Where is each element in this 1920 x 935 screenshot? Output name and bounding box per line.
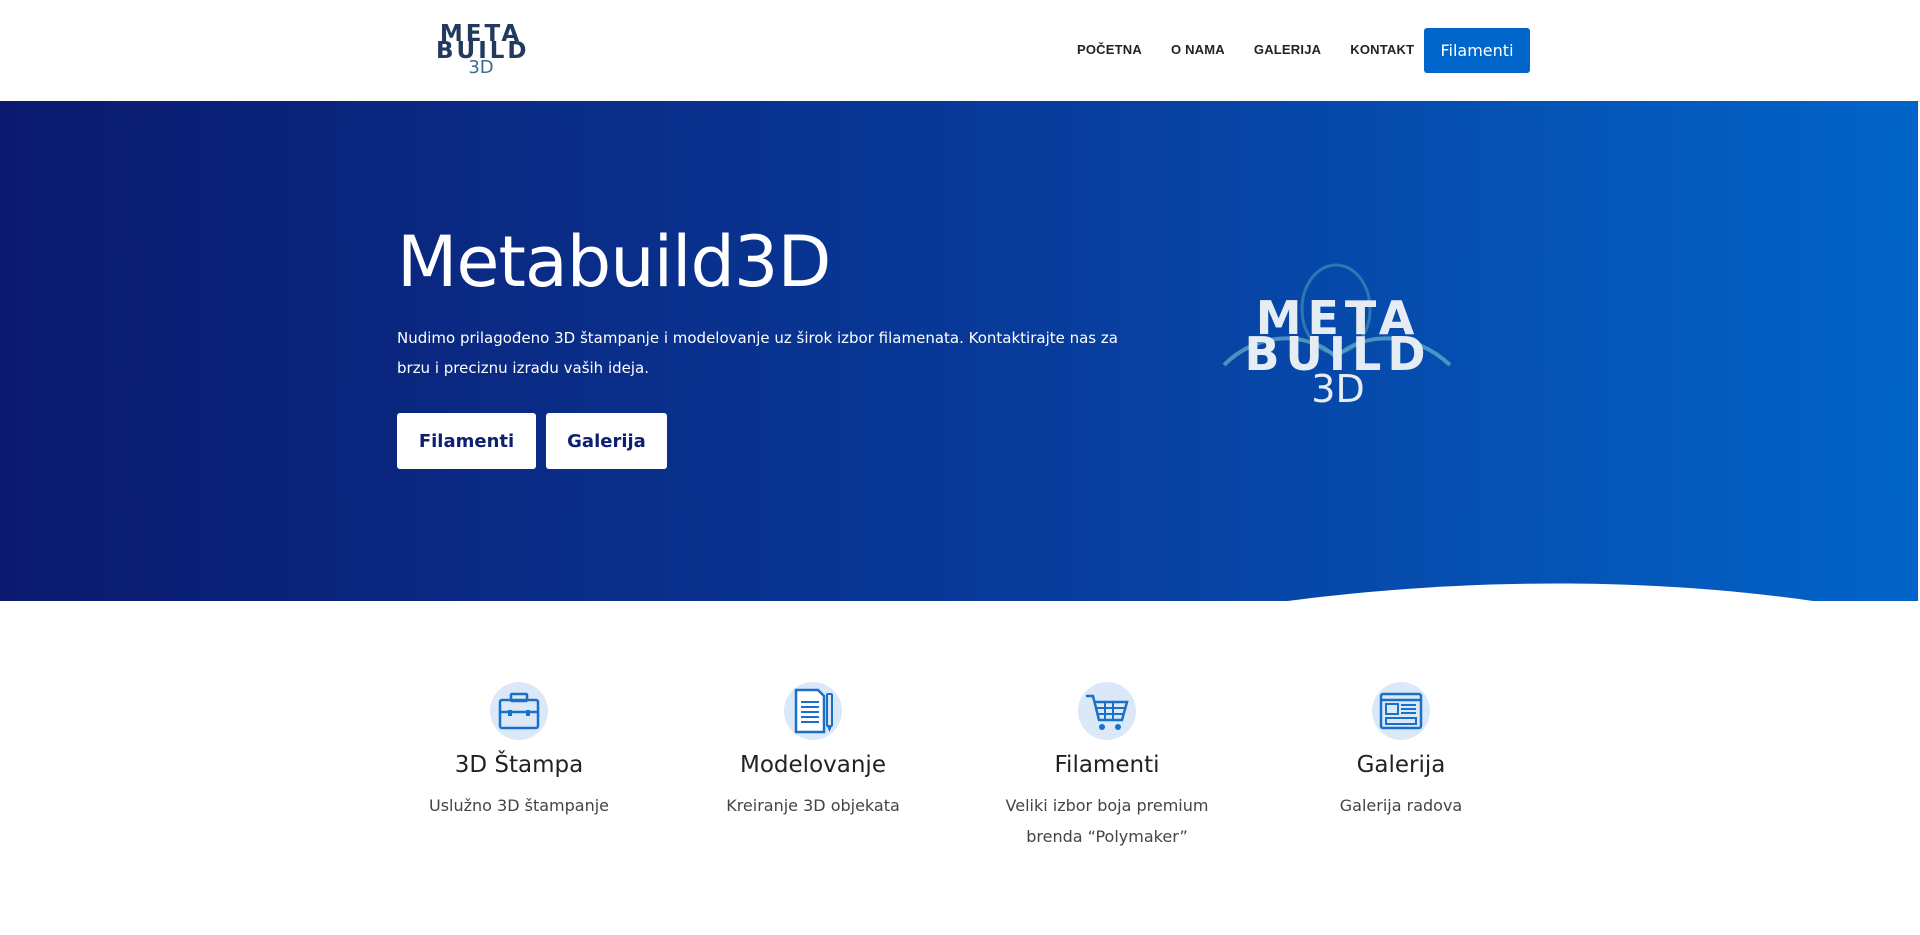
hero-logo: META BUILD 3D (1218, 261, 1458, 411)
hero-filamenti-button[interactable]: Filamenti (397, 413, 536, 469)
main-nav: POČETNA O NAMA GALERIJA KONTAKT (1077, 42, 1443, 57)
feature-modelovanje: Modelovanje Kreiranje 3D objekata (693, 682, 933, 821)
feature-title: 3D Štampa (454, 752, 584, 778)
feature-galerija: Galerija Galerija radova (1281, 682, 1521, 821)
feature-text: Galerija radova (1339, 796, 1463, 815)
filamenti-nav-button[interactable]: Filamenti (1424, 28, 1530, 73)
document-pencil-icon (784, 682, 842, 740)
feature-title: Modelovanje (740, 752, 886, 778)
hero-section: Metabuild3D Nudimo prilagođeno 3D štampa… (0, 101, 1918, 601)
site-header: META BUILD 3D POČETNA O NAMA GALERIJA KO… (0, 0, 1920, 102)
site-logo[interactable]: META BUILD 3D (436, 23, 527, 78)
feature-3d-stampa: 3D Štampa Uslužno 3D štampanje (399, 682, 639, 821)
hero-galerija-button[interactable]: Galerija (546, 413, 667, 469)
browser-window-icon (1372, 682, 1430, 740)
nav-item-galerija[interactable]: GALERIJA (1254, 42, 1321, 57)
hero-title: Metabuild3D (397, 221, 831, 303)
feature-text: Veliki izbor boja premium brenda “Polyma… (1005, 796, 1209, 846)
hero-wave-divider (1287, 583, 1813, 601)
hero-logo-line-3: 3D (1311, 367, 1365, 411)
feature-text: Uslužno 3D štampanje (428, 796, 610, 815)
nav-item-pocetna[interactable]: POČETNA (1077, 42, 1142, 57)
nav-item-kontakt[interactable]: KONTAKT (1350, 42, 1414, 57)
briefcase-icon (490, 682, 548, 740)
nav-item-o-nama[interactable]: O NAMA (1171, 42, 1225, 57)
hero-description: Nudimo prilagođeno 3D štampanje i modelo… (397, 329, 1118, 377)
shopping-cart-icon (1078, 682, 1136, 740)
feature-text: Kreiranje 3D objekata (726, 796, 900, 815)
feature-filamenti: Filamenti Veliki izbor boja premium bren… (987, 682, 1227, 852)
feature-title: Filamenti (1054, 752, 1160, 778)
feature-title: Galerija (1356, 752, 1446, 778)
